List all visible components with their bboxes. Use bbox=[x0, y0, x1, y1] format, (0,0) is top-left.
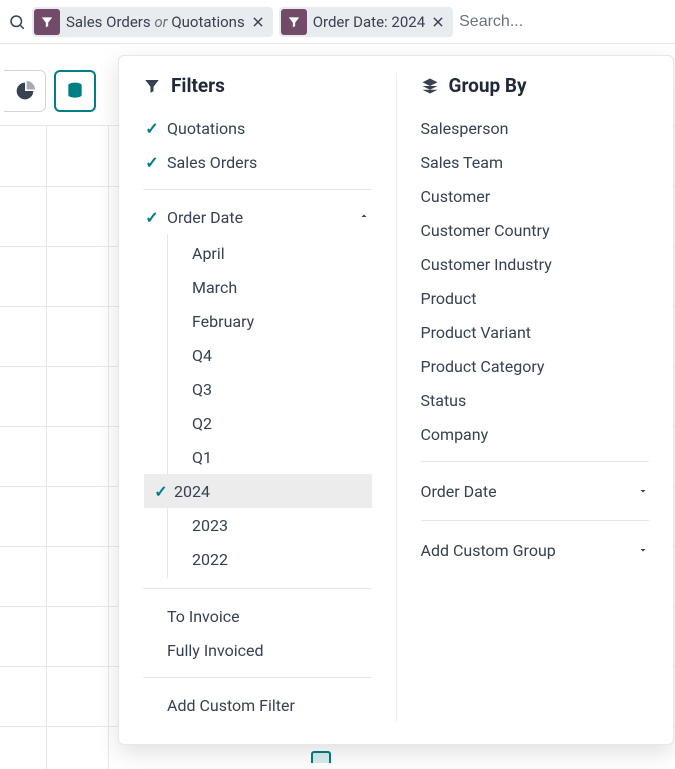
pill-text: Sales Orders or Quotations bbox=[66, 13, 245, 31]
filter-pill-sales-orders-quotations[interactable]: Sales Orders or Quotations bbox=[32, 7, 273, 37]
filters-header: Filters bbox=[143, 74, 372, 97]
funnel-icon bbox=[281, 9, 307, 35]
filter-sales-orders[interactable]: ✓ Sales Orders bbox=[143, 145, 372, 179]
check-icon: ✓ bbox=[143, 153, 161, 172]
separator bbox=[143, 189, 372, 190]
groupby-product[interactable]: Product bbox=[421, 281, 650, 315]
order-date-q2[interactable]: Q2 bbox=[168, 406, 372, 440]
filter-pill-order-date-2024[interactable]: Order Date: 2024 bbox=[279, 7, 453, 37]
layers-icon bbox=[421, 77, 439, 95]
add-custom-group[interactable]: Add Custom Group bbox=[421, 531, 650, 569]
groupby-company[interactable]: Company bbox=[421, 417, 650, 451]
groupby-status[interactable]: Status bbox=[421, 383, 650, 417]
order-date-march[interactable]: March bbox=[168, 270, 372, 304]
filter-fully-invoiced[interactable]: Fully Invoiced bbox=[143, 633, 372, 667]
filter-to-invoice[interactable]: To Invoice bbox=[143, 599, 372, 633]
chevron-down-icon bbox=[637, 485, 649, 497]
filter-groupby-panel: Filters ✓ Quotations ✓ Sales Orders ✓ Or… bbox=[118, 55, 674, 745]
filters-column: Filters ✓ Quotations ✓ Sales Orders ✓ Or… bbox=[119, 74, 397, 722]
order-date-april[interactable]: April bbox=[168, 236, 372, 270]
close-icon[interactable] bbox=[431, 15, 445, 29]
filter-order-date[interactable]: ✓ Order Date bbox=[143, 200, 372, 234]
order-date-2024[interactable]: ✓2024 bbox=[144, 474, 372, 508]
view-pie-button[interactable] bbox=[4, 70, 46, 112]
search-input[interactable] bbox=[459, 13, 667, 31]
groupby-column: Group By Salesperson Sales Team Customer… bbox=[397, 74, 674, 722]
check-icon: ✓ bbox=[143, 119, 161, 138]
groupby-header: Group By bbox=[421, 74, 650, 97]
filter-quotations[interactable]: ✓ Quotations bbox=[143, 111, 372, 145]
chart-marker bbox=[311, 751, 331, 763]
funnel-icon bbox=[34, 9, 60, 35]
view-database-button[interactable] bbox=[54, 70, 96, 112]
funnel-icon bbox=[143, 77, 161, 95]
add-custom-group-label: Add Custom Group bbox=[421, 541, 556, 560]
groupby-order-date-label: Order Date bbox=[421, 482, 497, 501]
separator bbox=[143, 588, 372, 589]
groupby-customer-country[interactable]: Customer Country bbox=[421, 213, 650, 247]
order-date-q3[interactable]: Q3 bbox=[168, 372, 372, 406]
groupby-order-date[interactable]: Order Date bbox=[421, 472, 650, 510]
separator bbox=[421, 520, 650, 521]
order-date-2023[interactable]: 2023 bbox=[168, 508, 372, 542]
groupby-customer[interactable]: Customer bbox=[421, 179, 650, 213]
order-date-2022[interactable]: 2022 bbox=[168, 542, 372, 576]
groupby-product-category[interactable]: Product Category bbox=[421, 349, 650, 383]
search-icon bbox=[8, 13, 26, 31]
order-date-options: April March February Q4 Q3 Q2 Q1 ✓2024 2… bbox=[167, 234, 372, 578]
chevron-down-icon bbox=[637, 544, 649, 556]
filters-title: Filters bbox=[171, 74, 225, 97]
pill-text: Order Date: 2024 bbox=[313, 13, 425, 31]
add-custom-filter[interactable]: Add Custom Filter bbox=[143, 688, 372, 722]
order-date-february[interactable]: February bbox=[168, 304, 372, 338]
groupby-title: Group By bbox=[449, 74, 527, 97]
check-icon: ✓ bbox=[143, 208, 161, 227]
check-icon: ✓ bbox=[154, 482, 168, 501]
separator bbox=[421, 461, 650, 462]
search-bar: Sales Orders or Quotations Order Date: 2… bbox=[0, 0, 675, 44]
order-date-q1[interactable]: Q1 bbox=[168, 440, 372, 474]
order-date-q4[interactable]: Q4 bbox=[168, 338, 372, 372]
close-icon[interactable] bbox=[251, 15, 265, 29]
groupby-sales-team[interactable]: Sales Team bbox=[421, 145, 650, 179]
groupby-customer-industry[interactable]: Customer Industry bbox=[421, 247, 650, 281]
view-switcher bbox=[0, 70, 96, 112]
groupby-product-variant[interactable]: Product Variant bbox=[421, 315, 650, 349]
chevron-up-icon bbox=[358, 210, 372, 224]
groupby-salesperson[interactable]: Salesperson bbox=[421, 111, 650, 145]
separator bbox=[143, 677, 372, 678]
